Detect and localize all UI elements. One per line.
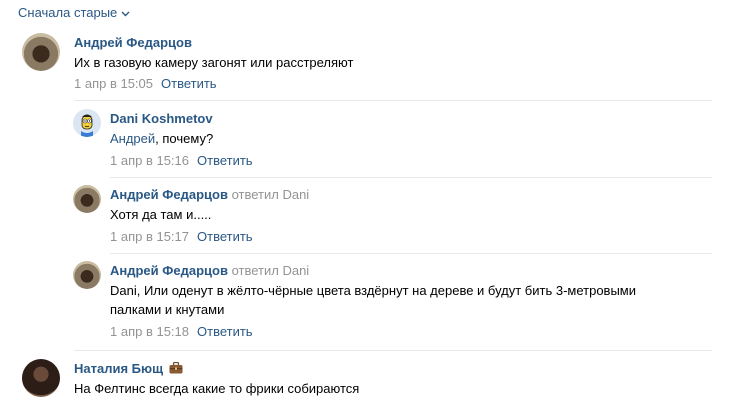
comment-author[interactable]: Андрей Федарцов [74,35,192,50]
reply-to-label[interactable]: ответил Dani [232,187,310,202]
comment-date[interactable]: 1 апр в 15:16 [110,153,189,168]
divider [110,177,712,178]
comment-text-line-2: палками и кнутами [110,302,225,317]
comment-author: Наталия Бющ [74,361,183,376]
comment-text: Андрей, почему? [110,130,213,148]
avatar[interactable] [22,359,60,397]
comment-text-line-1: Dani, Или оденут в жёлто-чёрные цвета вз… [110,283,636,298]
briefcase-icon [169,361,183,374]
divider [74,100,712,101]
comment-date[interactable]: 1 апр в 15:17 [110,229,189,244]
author-name[interactable]: Андрей Федарцов [110,263,228,278]
comment-author[interactable]: Dani Koshmetov [110,111,213,126]
comment-text: Их в газовую камеру загонят или расстрел… [74,55,354,70]
cartoon-avatar-icon [73,109,101,137]
avatar[interactable] [73,185,101,213]
sort-dropdown[interactable]: Сначала старые [18,5,130,20]
divider [110,253,712,254]
avatar[interactable] [73,261,101,289]
avatar[interactable] [73,109,101,137]
author-name[interactable]: Наталия Бющ [74,361,163,376]
comment-meta: 1 апр в 15:18 Ответить [110,324,253,339]
comment-meta: 1 апр в 15:16 Ответить [110,153,253,168]
comment-meta: 1 апр в 15:17 Ответить [110,229,253,244]
comment-text: Хотя да там и..... [110,207,212,222]
divider [74,350,712,351]
reply-button[interactable]: Ответить [197,229,253,244]
avatar[interactable] [22,33,60,71]
comment-author: Андрей Федарцов ответил Dani [110,187,309,202]
chevron-down-icon [121,9,130,20]
author-name[interactable]: Андрей Федарцов [110,187,228,202]
comment-author: Андрей Федарцов ответил Dani [110,263,309,278]
comment-text-body: , почему? [155,131,214,146]
reply-button[interactable]: Ответить [197,324,253,339]
sort-label: Сначала старые [18,5,118,20]
comment-date[interactable]: 1 апр в 15:18 [110,324,189,339]
mention-link[interactable]: Андрей [110,131,155,146]
comment-text: На Фелтинс всегда какие то фрики собираю… [74,381,360,396]
reply-button[interactable]: Ответить [197,153,253,168]
reply-button[interactable]: Ответить [161,76,217,91]
comment-date[interactable]: 1 апр в 15:05 [74,76,153,91]
reply-to-label[interactable]: ответил Dani [232,263,310,278]
comment-meta: 1 апр в 15:05 Ответить [74,76,217,91]
